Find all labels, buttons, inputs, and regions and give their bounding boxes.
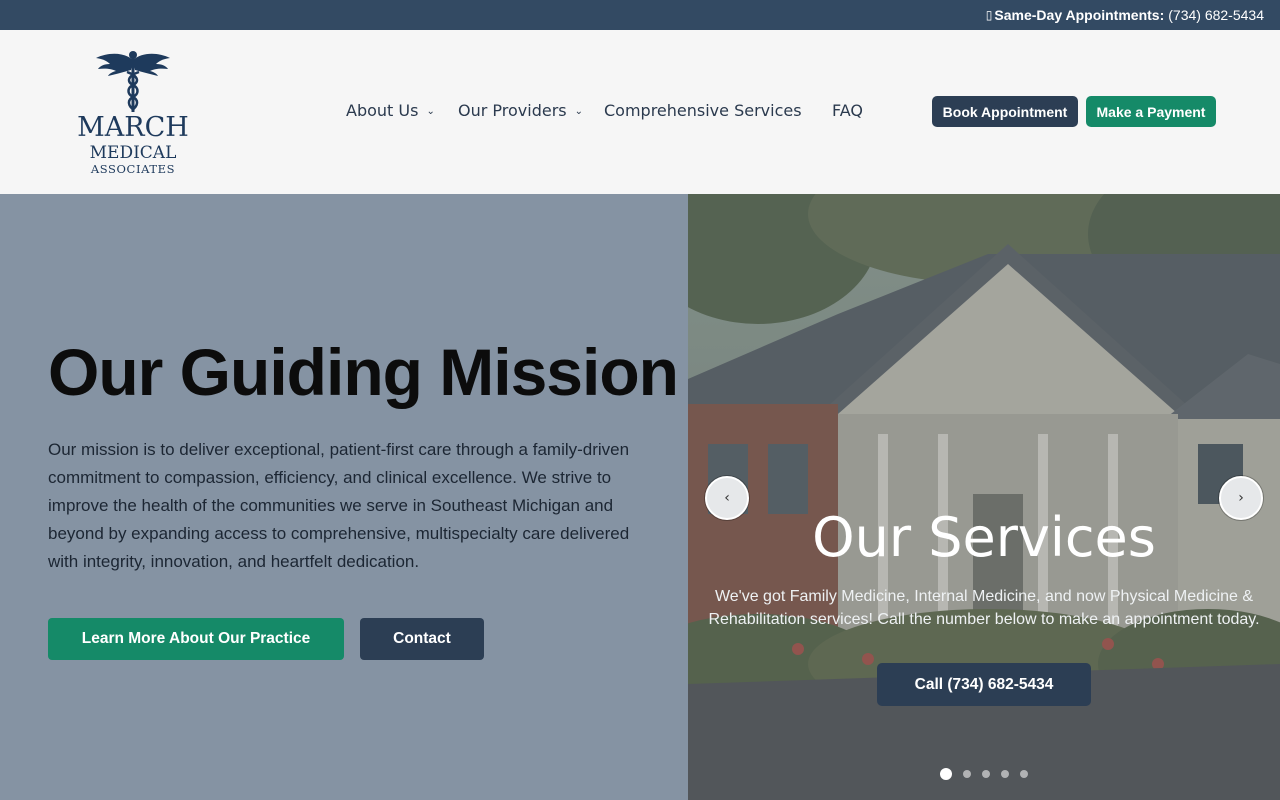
mission-section: Our Guiding Mission Our mission is to de… xyxy=(0,194,688,800)
topbar-phone-link[interactable]: (734) 682-5434 xyxy=(1168,7,1264,23)
nav-item-label: About Us xyxy=(346,101,419,120)
logo-line-medical: MEDICAL xyxy=(89,143,177,163)
caduceus-icon xyxy=(96,51,170,112)
mission-title: Our Guiding Mission xyxy=(48,335,679,409)
chevron-right-icon: › xyxy=(1238,490,1244,506)
logo[interactable]: MARCH MEDICAL ASSOCIATES xyxy=(74,50,192,178)
nav-item-label: Our Providers xyxy=(458,101,567,120)
slider-dot[interactable] xyxy=(963,770,971,778)
chevron-down-icon: ⌄ xyxy=(574,106,583,117)
top-bar: ▯ Same-Day Appointments: (734) 682-5434 xyxy=(0,0,1280,30)
slider-dot[interactable] xyxy=(982,770,990,778)
logo-line-associates: ASSOCIATES xyxy=(90,162,176,176)
chevron-left-icon: ‹ xyxy=(724,490,730,506)
contact-button[interactable]: Contact xyxy=(360,618,484,660)
book-appointment-button[interactable]: Book Appointment xyxy=(932,96,1078,127)
services-slider: ‹ › Our Services We've got Family Medici… xyxy=(688,194,1280,800)
slide-text: We've got Family Medicine, Internal Medi… xyxy=(708,588,1260,628)
slider-dot[interactable] xyxy=(1020,770,1028,778)
nav-item-label: FAQ xyxy=(832,101,863,120)
nav-item-faq[interactable]: FAQ xyxy=(832,101,863,120)
nav-item-label: Comprehensive Services xyxy=(604,101,802,120)
nav-item-about-us[interactable]: About Us ⌄ xyxy=(346,101,435,120)
phone-icon: ▯ xyxy=(985,8,993,22)
chevron-down-icon: ⌄ xyxy=(426,106,435,117)
slide-title: Our Services xyxy=(812,506,1156,569)
nav-item-comprehensive-services[interactable]: Comprehensive Services xyxy=(604,101,802,120)
nav-item-our-providers[interactable]: Our Providers ⌄ xyxy=(458,101,583,120)
slider-dot[interactable] xyxy=(940,768,952,780)
site-header: MARCH MEDICAL ASSOCIATES About Us ⌄ Our … xyxy=(0,30,1280,194)
call-button[interactable]: Call (734) 682-5434 xyxy=(877,663,1091,706)
make-payment-button[interactable]: Make a Payment xyxy=(1086,96,1216,127)
slider-dots xyxy=(688,768,1280,780)
mission-text: Our mission is to deliver exceptional, p… xyxy=(48,440,630,571)
image-overlay xyxy=(688,194,1280,800)
logo-line-march: MARCH xyxy=(77,112,189,143)
learn-more-button[interactable]: Learn More About Our Practice xyxy=(48,618,344,660)
slider-dot[interactable] xyxy=(1001,770,1009,778)
same-day-label: Same-Day Appointments: xyxy=(994,7,1165,23)
